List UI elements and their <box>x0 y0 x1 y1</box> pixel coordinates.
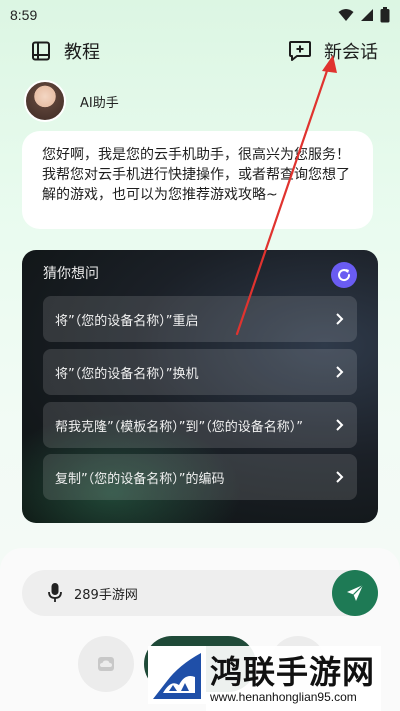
new-chat-button[interactable]: 新会话 <box>288 38 378 64</box>
refresh-suggestions-button[interactable] <box>331 262 357 288</box>
book-icon <box>32 41 50 61</box>
suggestion-item[interactable]: 帮我克隆”（模板名称）”到”（您的设备名称）” <box>43 402 357 448</box>
refresh-icon <box>338 269 351 282</box>
message-input-value: 289手游网 <box>74 587 138 603</box>
watermark-url: www.henanhonglian95.com <box>210 689 357 704</box>
suggestions-card: 猜你想问 将”（您的设备名称）”重启 将”（您的设备名称）”换机 帮我克隆”（模… <box>22 250 378 523</box>
suggestion-item[interactable]: 将”（您的设备名称）”重启 <box>43 296 357 342</box>
suggestion-label: 帮我克隆”（模板名称）”到”（您的设备名称）” <box>55 419 303 435</box>
microphone-icon[interactable] <box>48 582 62 604</box>
watermark-logo-icon <box>148 646 206 704</box>
suggestion-label: 复制”（您的设备名称）”的编码 <box>55 471 225 487</box>
new-chat-label: 新会话 <box>324 42 378 63</box>
suggestions-title: 猜你想问 <box>43 266 99 282</box>
chevron-right-icon <box>335 365 345 379</box>
assistant-avatar <box>24 80 66 122</box>
send-icon <box>347 584 364 601</box>
signal-icon <box>361 9 373 21</box>
chevron-right-icon <box>335 470 345 484</box>
suggestion-label: 将”（您的设备名称）”换机 <box>55 366 199 382</box>
watermark-title: 鸿联手游网 <box>210 652 376 691</box>
battery-icon <box>380 7 390 23</box>
tutorial-label: 教程 <box>64 42 100 63</box>
chevron-right-icon <box>335 418 345 432</box>
greeting-bubble: 您好啊，我是您的云手机助手，很高兴为您服务！我帮您对云手机进行快捷操作，或者帮查… <box>22 131 373 229</box>
status-bar: 8:59 <box>0 0 400 30</box>
cloud-icon <box>98 657 114 671</box>
suggestion-item[interactable]: 将”（您的设备名称）”换机 <box>43 349 357 395</box>
wifi-icon <box>338 9 354 21</box>
message-input[interactable]: 289手游网 <box>22 570 378 616</box>
status-time: 8:59 <box>10 7 38 23</box>
chevron-right-icon <box>335 312 345 326</box>
assistant-header: AI助手 <box>24 80 119 122</box>
assistant-name: AI助手 <box>80 95 119 111</box>
status-icons <box>338 7 390 23</box>
cloud-phone-button[interactable] <box>78 636 134 692</box>
top-bar: 教程 新会话 <box>0 34 400 68</box>
suggestion-label: 将”（您的设备名称）”重启 <box>55 313 199 329</box>
watermark: 鸿联手游网 www.henanhonglian95.com <box>148 646 400 711</box>
new-chat-icon <box>289 41 311 61</box>
suggestion-item[interactable]: 复制”（您的设备名称）”的编码 <box>43 454 357 500</box>
send-button[interactable] <box>332 570 378 616</box>
tutorial-button[interactable]: 教程 <box>30 38 100 64</box>
